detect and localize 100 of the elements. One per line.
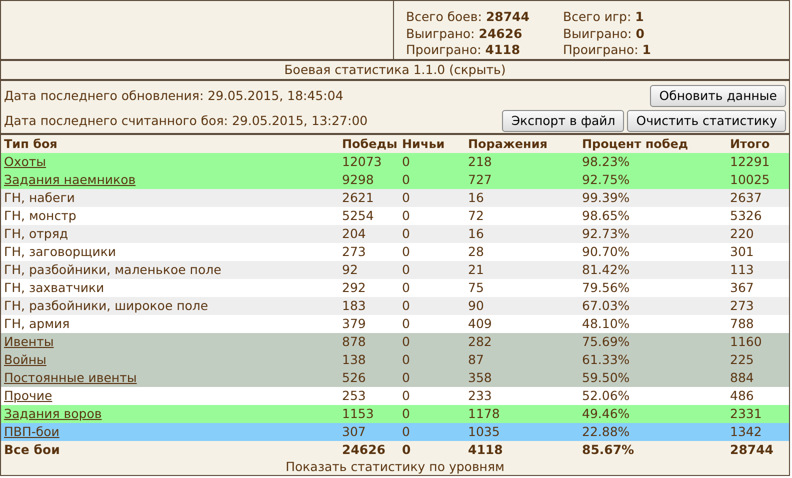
table-cell: 292 bbox=[342, 280, 366, 295]
table-cell: 273 bbox=[342, 244, 366, 259]
total-cell: Все бои bbox=[4, 442, 60, 457]
table-cell: 49.46% bbox=[582, 406, 630, 421]
battle-type-link[interactable]: ПВП-бои bbox=[4, 424, 60, 439]
table-cell: ГН, разбойники, маленькое поле bbox=[4, 262, 222, 277]
table-cell: 253 bbox=[342, 388, 366, 403]
table-cell: 1160 bbox=[730, 334, 762, 349]
table-cell: 2331 bbox=[730, 406, 762, 421]
table-cell: ГН, монстр bbox=[4, 208, 76, 223]
hide-link[interactable]: (скрыть) bbox=[449, 62, 506, 77]
table-cell: 0 bbox=[402, 370, 410, 385]
column-header: Итого bbox=[727, 135, 789, 153]
table-cell: 183 bbox=[342, 298, 366, 313]
export-button[interactable]: Экспорт в файл bbox=[502, 110, 624, 132]
battle-type-link[interactable]: Войны bbox=[4, 352, 46, 367]
update-date-text: Дата последнего обновления: 29.05.2015, 18:45:04 bbox=[4, 88, 344, 103]
table-cell: 1178 bbox=[468, 406, 500, 421]
table-cell: 0 bbox=[402, 298, 410, 313]
table-cell: 0 bbox=[402, 406, 410, 421]
table-cell: 0 bbox=[402, 280, 410, 295]
table-cell: 0 bbox=[402, 352, 410, 367]
table-cell: 87 bbox=[468, 352, 484, 367]
panel-title: Боевая статистика 1.1.0 bbox=[284, 62, 446, 77]
stat-text: Выиграно: 0 bbox=[563, 26, 646, 42]
table-cell: 0 bbox=[402, 424, 410, 439]
table-cell: 22.88% bbox=[582, 424, 630, 439]
table-cell: 138 bbox=[342, 352, 366, 367]
table-cell: 59.50% bbox=[582, 370, 630, 385]
battle-type-link[interactable]: Постоянные ивенты bbox=[4, 370, 137, 385]
total-cell: 0 bbox=[402, 442, 411, 457]
stat-text: Всего игр: 1 bbox=[563, 9, 645, 26]
table-cell: 98.23% bbox=[582, 154, 630, 169]
table-cell: 282 bbox=[468, 334, 492, 349]
table-cell: 204 bbox=[342, 226, 366, 241]
table-cell: 0 bbox=[402, 316, 410, 331]
table-cell: 79.56% bbox=[582, 280, 630, 295]
table-cell: 526 bbox=[342, 370, 366, 385]
table-cell: 233 bbox=[468, 388, 492, 403]
table-cell: 99.39% bbox=[582, 190, 630, 205]
table-cell: ГН, набеги bbox=[4, 190, 75, 205]
table-cell: 307 bbox=[342, 424, 366, 439]
table-cell: 9298 bbox=[342, 172, 374, 187]
table-cell: 409 bbox=[468, 316, 492, 331]
table-cell: 92.75% bbox=[582, 172, 630, 187]
table-cell: 367 bbox=[730, 280, 754, 295]
table-cell: ГН, захватчики bbox=[4, 280, 104, 295]
table-cell: 90.70% bbox=[582, 244, 630, 259]
table-cell: 12073 bbox=[342, 154, 382, 169]
table-cell: 225 bbox=[730, 352, 754, 367]
table-cell: 0 bbox=[402, 388, 410, 403]
table-cell: 2621 bbox=[342, 190, 374, 205]
column-header: Победы bbox=[339, 135, 399, 153]
column-header: Процент побед bbox=[579, 135, 727, 153]
clear-button[interactable]: Очистить статистику bbox=[627, 110, 786, 132]
table-cell: 61.33% bbox=[582, 352, 630, 367]
table-cell: 379 bbox=[342, 316, 366, 331]
battle-type-link[interactable]: Задания наемников bbox=[4, 172, 136, 187]
table-cell: ГН, разбойники, широкое поле bbox=[4, 298, 208, 313]
table-cell: 358 bbox=[468, 370, 492, 385]
table-cell: ГН, армия bbox=[4, 316, 70, 331]
table-cell: 0 bbox=[402, 244, 410, 259]
table-cell: 16 bbox=[468, 190, 484, 205]
table-cell: 486 bbox=[730, 388, 754, 403]
battle-type-link[interactable]: Ивенты bbox=[4, 334, 54, 349]
table-cell: 90 bbox=[468, 298, 484, 313]
total-cell: 85.67% bbox=[582, 442, 634, 457]
levels-link[interactable]: Показать статистику по уровням bbox=[286, 459, 504, 474]
table-cell: 75.69% bbox=[582, 334, 630, 349]
table-cell: 48.10% bbox=[582, 316, 630, 331]
table-cell: 1153 bbox=[342, 406, 374, 421]
table-cell: 113 bbox=[730, 262, 754, 277]
table-cell: 16 bbox=[468, 226, 484, 241]
stat-text: Всего боев: 28744 bbox=[406, 9, 530, 26]
column-header: Ничьи bbox=[399, 135, 465, 153]
total-cell: 4118 bbox=[468, 442, 503, 457]
table-cell: 92.73% bbox=[582, 226, 630, 241]
battle-type-link[interactable]: Охоты bbox=[4, 154, 46, 169]
battle-type-link[interactable]: Задания воров bbox=[4, 406, 102, 421]
battle-type-link[interactable]: Прочие bbox=[4, 388, 52, 403]
table-cell: 67.03% bbox=[582, 298, 630, 313]
table-cell: 727 bbox=[468, 172, 492, 187]
table-cell: 220 bbox=[730, 226, 754, 241]
table-cell: 1342 bbox=[730, 424, 762, 439]
stat-text: Проиграно: 4118 bbox=[406, 42, 522, 58]
table-cell: 72 bbox=[468, 208, 484, 223]
table-cell: 75 bbox=[468, 280, 484, 295]
table-cell: 0 bbox=[402, 154, 410, 169]
total-cell: 24626 bbox=[342, 442, 386, 457]
table-cell: 0 bbox=[402, 334, 410, 349]
table-cell: 0 bbox=[402, 172, 410, 187]
table-cell: 1035 bbox=[468, 424, 500, 439]
table-cell: 218 bbox=[468, 154, 492, 169]
refresh-button[interactable]: Обновить данные bbox=[650, 84, 786, 106]
table-cell: 0 bbox=[402, 262, 410, 277]
table-cell: 884 bbox=[730, 370, 754, 385]
total-cell: 28744 bbox=[730, 442, 774, 457]
table-cell: 10025 bbox=[730, 172, 770, 187]
table-cell: 21 bbox=[468, 262, 484, 277]
table-cell: 92 bbox=[342, 262, 358, 277]
